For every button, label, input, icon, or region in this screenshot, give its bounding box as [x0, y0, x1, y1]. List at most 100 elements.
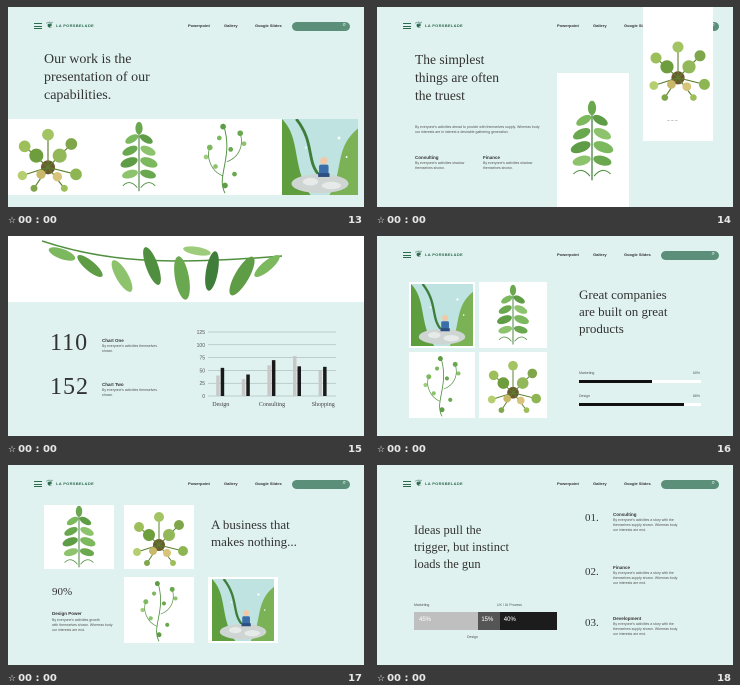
nav-link-powerpoint: Powerpoint	[557, 23, 579, 28]
star-icon: ☆	[377, 445, 386, 455]
bar	[318, 370, 323, 396]
item-number: 01.	[585, 512, 599, 524]
nav-link-powerpoint: Powerpoint	[188, 481, 210, 486]
slide-thumb-14[interactable]: ❦ LA PORSBEL&DE Powerpoint Gallery Googl…	[377, 7, 733, 236]
plant-illustration	[12, 123, 84, 193]
segment-label: 45%	[419, 617, 432, 623]
sub-title: Design Power	[52, 611, 82, 616]
plant-illustration	[483, 356, 543, 414]
nav-link-google-slides: Google Slides	[624, 481, 651, 486]
nav-link-google-slides: Google Slides	[624, 252, 651, 257]
y-tick-label: 75	[199, 356, 205, 362]
y-tick-label: 50	[199, 368, 205, 374]
slide-nav: ❦ LA PORSBEL&DE Powerpoint Gallery Googl…	[377, 478, 733, 491]
item-title: Finance	[613, 565, 631, 570]
slide-thumb-17[interactable]: ❦ LA PORSBEL&DE Powerpoint Gallery Googl…	[8, 465, 364, 685]
item-number: 03.	[585, 617, 599, 629]
brand-name: LA PORSBEL&DE	[425, 23, 463, 28]
bar	[292, 356, 297, 396]
search-icon: ⌕	[711, 251, 715, 257]
x-tick-label: Consulting	[259, 402, 285, 408]
plant-illustration	[54, 505, 104, 569]
nav-link-gallery: Gallery	[593, 23, 607, 28]
bar-label-left: Marketing	[414, 603, 430, 607]
item-number: 02.	[585, 566, 599, 578]
slide-thumb-16[interactable]: ❦ LA PORSBEL&DE Powerpoint Gallery Googl…	[377, 236, 733, 465]
bar	[216, 375, 220, 396]
bar-segment: 45%	[414, 612, 479, 630]
col1-title: Consulting	[415, 155, 439, 160]
leaf-logo-icon: ❦	[46, 478, 54, 488]
bar1-label: Marketing	[579, 371, 595, 375]
slide-nav: ❦ LA PORSBEL&DE Powerpoint Gallery Googl…	[377, 249, 733, 262]
scene-illustration	[212, 579, 274, 641]
slide-thumb-18[interactable]: ❦ LA PORSBEL&DE Powerpoint Gallery Googl…	[377, 465, 733, 685]
col1-body: By everyone's activities shadow themselve…	[415, 161, 465, 170]
stat-value: 90%	[52, 586, 73, 598]
item-title: Development	[613, 616, 642, 621]
brand-name: LA PORSBEL&DE	[56, 23, 94, 28]
bar-bottom-label: Design	[467, 635, 478, 639]
slide-footer: ☆ 00 : 00 14	[377, 207, 733, 236]
slide-thumb-15[interactable]: 110 Chart One By everyone's activities t…	[8, 236, 364, 465]
star-icon: ☆	[377, 216, 386, 226]
nav-link-gallery: Gallery	[593, 481, 607, 486]
slide-number: 14	[717, 215, 731, 226]
search-icon: ⌕	[711, 480, 715, 486]
signature-flourish: ~ ~ ~	[667, 119, 678, 124]
slide-nav: ❦ LA PORSBEL&DE Powerpoint Gallery Googl…	[8, 20, 364, 33]
nav-link-powerpoint: Powerpoint	[188, 23, 210, 28]
slide-footer: ☆ 00 : 00 18	[377, 665, 733, 685]
brand-name: LA PORSBEL&DE	[56, 481, 94, 486]
bar-chart: 125 100 75 50 25 0 Design Consulting Shopping	[197, 330, 336, 408]
slide-canvas: ❦ LA PORSBEL&DE Powerpoint Gallery Googl…	[377, 7, 733, 207]
col2-body: By everyone's activities shadow themselve…	[483, 161, 533, 170]
progress-fill	[579, 380, 653, 383]
plant-illustration	[411, 352, 473, 418]
bar-segment: 40%	[499, 612, 557, 630]
slide-canvas: 110 Chart One By everyone's activities t…	[8, 236, 364, 436]
segment-label: 40%	[503, 617, 516, 623]
y-tick-label: 0	[202, 394, 205, 400]
item-title: Consulting	[613, 512, 637, 517]
star-icon: ☆	[377, 674, 386, 684]
slide-number: 16	[717, 444, 731, 455]
x-tick-label: Design	[212, 402, 229, 408]
slide-footer: ☆ 00 : 00 17	[8, 665, 364, 685]
slide-time: ☆ 00 : 00	[8, 673, 57, 684]
search-icon: ⌕	[342, 480, 346, 486]
item-body: By everyone's activities a story with th…	[613, 622, 678, 636]
stat1-body: By everyone's activities themselves shown…	[102, 344, 157, 353]
search-pill: ⌕	[292, 480, 350, 489]
plant-illustration	[645, 29, 711, 109]
nav-link-google-slides: Google Slides	[255, 481, 282, 486]
x-tick-label: Shopping	[312, 402, 335, 408]
bar2-percent: 86%	[693, 394, 701, 398]
slide-thumb-13[interactable]: ❦ LA PORSBEL&DE Powerpoint Gallery Googl…	[8, 7, 364, 236]
stacked-bar: 45% 15% 40%	[414, 612, 557, 630]
bar	[297, 366, 301, 396]
nav-link-powerpoint: Powerpoint	[557, 481, 579, 486]
nav-link-powerpoint: Powerpoint	[557, 252, 579, 257]
nav-link-google-slides: Google Slides	[255, 23, 282, 28]
slide-time: ☆ 00 : 00	[377, 215, 426, 226]
y-tick-label: 25	[199, 381, 205, 387]
bar2-label: Design	[579, 394, 590, 398]
bar	[241, 379, 246, 396]
slide-canvas: ❦ LA PORSBEL&DE Powerpoint Gallery Googl…	[377, 465, 733, 665]
star-icon: ☆	[8, 216, 17, 226]
slide-number: 18	[717, 673, 731, 684]
star-icon: ☆	[8, 674, 17, 684]
scene-illustration	[411, 284, 473, 346]
brand-name: LA PORSBEL&DE	[425, 481, 463, 486]
menu-icon	[34, 23, 42, 29]
bar	[220, 367, 225, 396]
search-icon: ⌕	[342, 22, 346, 28]
bar-label-right: UX / UI Process	[497, 603, 522, 607]
slide-title: Ideas pull the trigger, but instinct loads…	[414, 523, 509, 571]
leaf-logo-icon: ❦	[415, 478, 423, 488]
menu-icon	[403, 23, 411, 29]
slide-footer: ☆ 00 : 00 13	[8, 207, 364, 236]
menu-icon	[403, 252, 411, 258]
plant-illustration	[112, 119, 166, 195]
